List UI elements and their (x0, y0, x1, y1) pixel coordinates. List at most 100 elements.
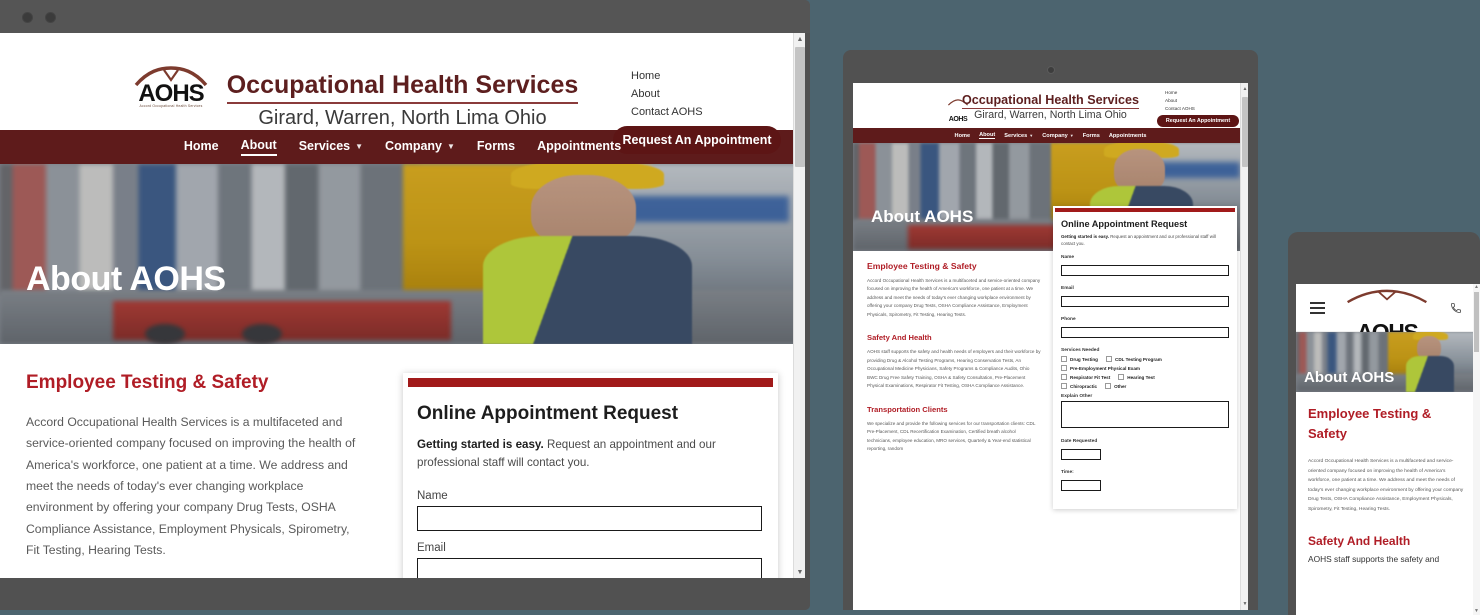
mobile-scroll-up-arrow-icon[interactable]: ▲ (1473, 284, 1480, 291)
tablet-checkbox-pre-employment-physical-exam[interactable]: Pre-Employment Physical Exam (1061, 365, 1140, 372)
tablet-site-title[interactable]: Occupational Health Services (961, 93, 1140, 109)
tablet-appointment-form-lead: Getting started is easy. Request an appo… (1061, 233, 1229, 247)
tablet-checkbox-cdl-testing-program[interactable]: CDL Testing Program (1106, 356, 1162, 363)
mobile-scroll-down-arrow-icon[interactable]: ▼ (1473, 608, 1480, 615)
tablet-checkbox-respirator-fit-test[interactable]: Respirator Fit Test (1061, 374, 1110, 381)
request-appointment-button[interactable]: Request An Appointment (613, 126, 781, 154)
tablet-header-link-about[interactable]: About (1165, 97, 1195, 104)
nav-item-company[interactable]: Company ▼ (385, 139, 455, 155)
tablet-appointment-form-card: Online Appointment Request Getting start… (1053, 206, 1237, 510)
hamburger-icon[interactable] (1310, 302, 1325, 317)
tablet-field-name: Name (1061, 255, 1229, 280)
tablet-label-date-requested: Date Requested (1061, 439, 1098, 445)
header-link-contact[interactable]: Contact AOHS (631, 105, 703, 120)
tablet-scroll-up-arrow-icon[interactable]: ▲ (1241, 83, 1248, 95)
tablet-left-column: Employee Testing & Safety Accord Occupat… (853, 251, 1053, 610)
tablet-label-name: Name (1061, 255, 1075, 261)
desktop-scrollbar[interactable]: ▲ ▼ (793, 33, 805, 578)
tablet-nav-item-company[interactable]: Company ▼ (1042, 133, 1073, 139)
tablet-nav-item-services[interactable]: Services ▼ (1004, 133, 1033, 139)
tablet-label-explain-other: Explain Other (1061, 394, 1093, 400)
mobile-content: Employee Testing & Safety Accord Occupat… (1296, 392, 1480, 566)
checkbox-icon[interactable] (1105, 383, 1112, 390)
tablet-nav-item-appointments[interactable]: Appointments (1109, 133, 1147, 139)
nav-item-home[interactable]: Home (184, 139, 219, 155)
header-link-about[interactable]: About (631, 87, 703, 102)
tablet-site-header: AOHS Occupational Health Services Girard… (853, 83, 1248, 128)
scroll-up-arrow-icon[interactable]: ▲ (794, 33, 805, 45)
tablet-lead-bold: Getting started is easy. (1061, 234, 1109, 239)
tablet-date-input[interactable] (1061, 449, 1101, 461)
tablet-time-input[interactable] (1061, 480, 1101, 492)
tablet-checkbox-hearing-test[interactable]: Hearing Test (1118, 374, 1155, 381)
tablet-request-appointment-button[interactable]: Request An Appointment (1157, 115, 1239, 127)
nav-item-forms[interactable]: Forms (477, 139, 515, 155)
nav-label-appointments: Appointments (537, 139, 622, 153)
label-email: Email (417, 541, 446, 554)
desktop-titlebar (0, 0, 810, 33)
nav-label-about: About (240, 138, 277, 152)
tablet-header-links: Home About Contact AOHS (1165, 89, 1195, 112)
tablet-scroll-down-arrow-icon[interactable]: ▼ (1241, 598, 1248, 610)
appointment-form-title: Online Appointment Request (417, 403, 679, 424)
tablet-name-input[interactable] (1061, 265, 1229, 277)
name-input[interactable] (417, 505, 762, 531)
phone-icon[interactable] (1450, 302, 1462, 314)
site-header: AOHS Accord Occupational Health Services… (0, 33, 805, 154)
mobile-scrollbar-thumb[interactable] (1474, 292, 1479, 352)
tablet-content-columns: Employee Testing & Safety Accord Occupat… (853, 206, 1248, 610)
tablet-right-column: Online Appointment Request Getting start… (1053, 206, 1248, 610)
mobile-scrollbar[interactable]: ▲ ▼ (1473, 284, 1480, 615)
tablet-scrollbar-thumb[interactable] (1242, 97, 1248, 167)
tablet-explain-other-textarea[interactable] (1061, 401, 1229, 429)
tablet-field-phone: Phone (1061, 317, 1229, 342)
tablet-checkbox-label-other: Other (1114, 383, 1127, 389)
nav-item-appointments[interactable]: Appointments (537, 139, 621, 155)
chevron-down-icon: ▼ (447, 141, 455, 151)
scroll-down-arrow-icon[interactable]: ▼ (794, 566, 805, 578)
checkbox-icon[interactable] (1061, 374, 1067, 381)
mobile-site-header: AOHS Accord Occupational Health Services (1296, 284, 1480, 351)
tablet-checkbox-other[interactable]: Other (1105, 383, 1127, 390)
scrollbar-thumb[interactable] (795, 47, 805, 167)
label-name: Name (417, 489, 448, 502)
chevron-down-icon: ▼ (1029, 133, 1034, 138)
tablet-checkbox-chiropractic[interactable]: Chiropractic (1061, 383, 1098, 390)
mobile-aohs-logo[interactable]: AOHS Accord Occupational Health Services (1342, 289, 1432, 351)
email-input[interactable] (417, 557, 762, 578)
tablet-nav-item-about[interactable]: About (979, 132, 996, 139)
checkbox-icon[interactable] (1061, 383, 1067, 390)
nav-item-about[interactable]: About (240, 138, 277, 156)
tablet-nav-item-forms[interactable]: Forms (1083, 133, 1100, 139)
window-dot-1[interactable] (22, 12, 33, 23)
hero-title: About AOHS (26, 260, 226, 298)
checkbox-icon[interactable] (1118, 374, 1125, 381)
header-link-home[interactable]: Home (631, 69, 703, 84)
window-dot-2[interactable] (45, 12, 56, 23)
tablet-nav-item-home[interactable]: Home (955, 133, 971, 139)
checkbox-icon[interactable] (1061, 356, 1067, 363)
tablet-heading-transportation: Transportation Clients (867, 404, 948, 414)
nav-label-services: Services (298, 139, 351, 153)
mobile-viewport: AOHS Accord Occupational Health Services (1296, 284, 1480, 615)
tablet-header-link-home[interactable]: Home (1165, 89, 1195, 96)
appointment-form-card: Online Appointment Request Getting start… (403, 373, 778, 578)
section-body-employee-testing: Accord Occupational Health Services is a… (26, 415, 356, 558)
nav-item-services[interactable]: Services ▼ (299, 139, 363, 155)
tablet-services-row-3: Respirator Fit Test Hearing Test (1061, 374, 1229, 381)
tablet-body-safety-health: AOHS staff supports the safety and healt… (867, 349, 1041, 389)
tablet-email-input[interactable] (1061, 296, 1229, 308)
tablet-phone-input[interactable] (1061, 327, 1229, 339)
tablet-checkbox-label-chiropractic: Chiropractic (1070, 383, 1098, 389)
tablet-viewport: AOHS Occupational Health Services Girard… (853, 83, 1248, 610)
tablet-appointment-form-title: Online Appointment Request (1061, 219, 1188, 229)
tablet-header-link-contact[interactable]: Contact AOHS (1165, 105, 1195, 112)
appointment-form-lead: Getting started is easy. Request an appo… (417, 436, 762, 472)
mobile-hero-banner: About AOHS (1296, 332, 1480, 392)
checkbox-icon[interactable] (1106, 356, 1112, 363)
tablet-scrollbar[interactable]: ▲ ▼ (1240, 83, 1248, 610)
site-title[interactable]: Occupational Health Services (226, 71, 579, 104)
checkbox-icon[interactable] (1061, 365, 1067, 372)
tablet-checkbox-drug-testing[interactable]: Drug Testing (1061, 356, 1098, 363)
tablet-services-row-4: Chiropractic Other (1061, 383, 1229, 390)
